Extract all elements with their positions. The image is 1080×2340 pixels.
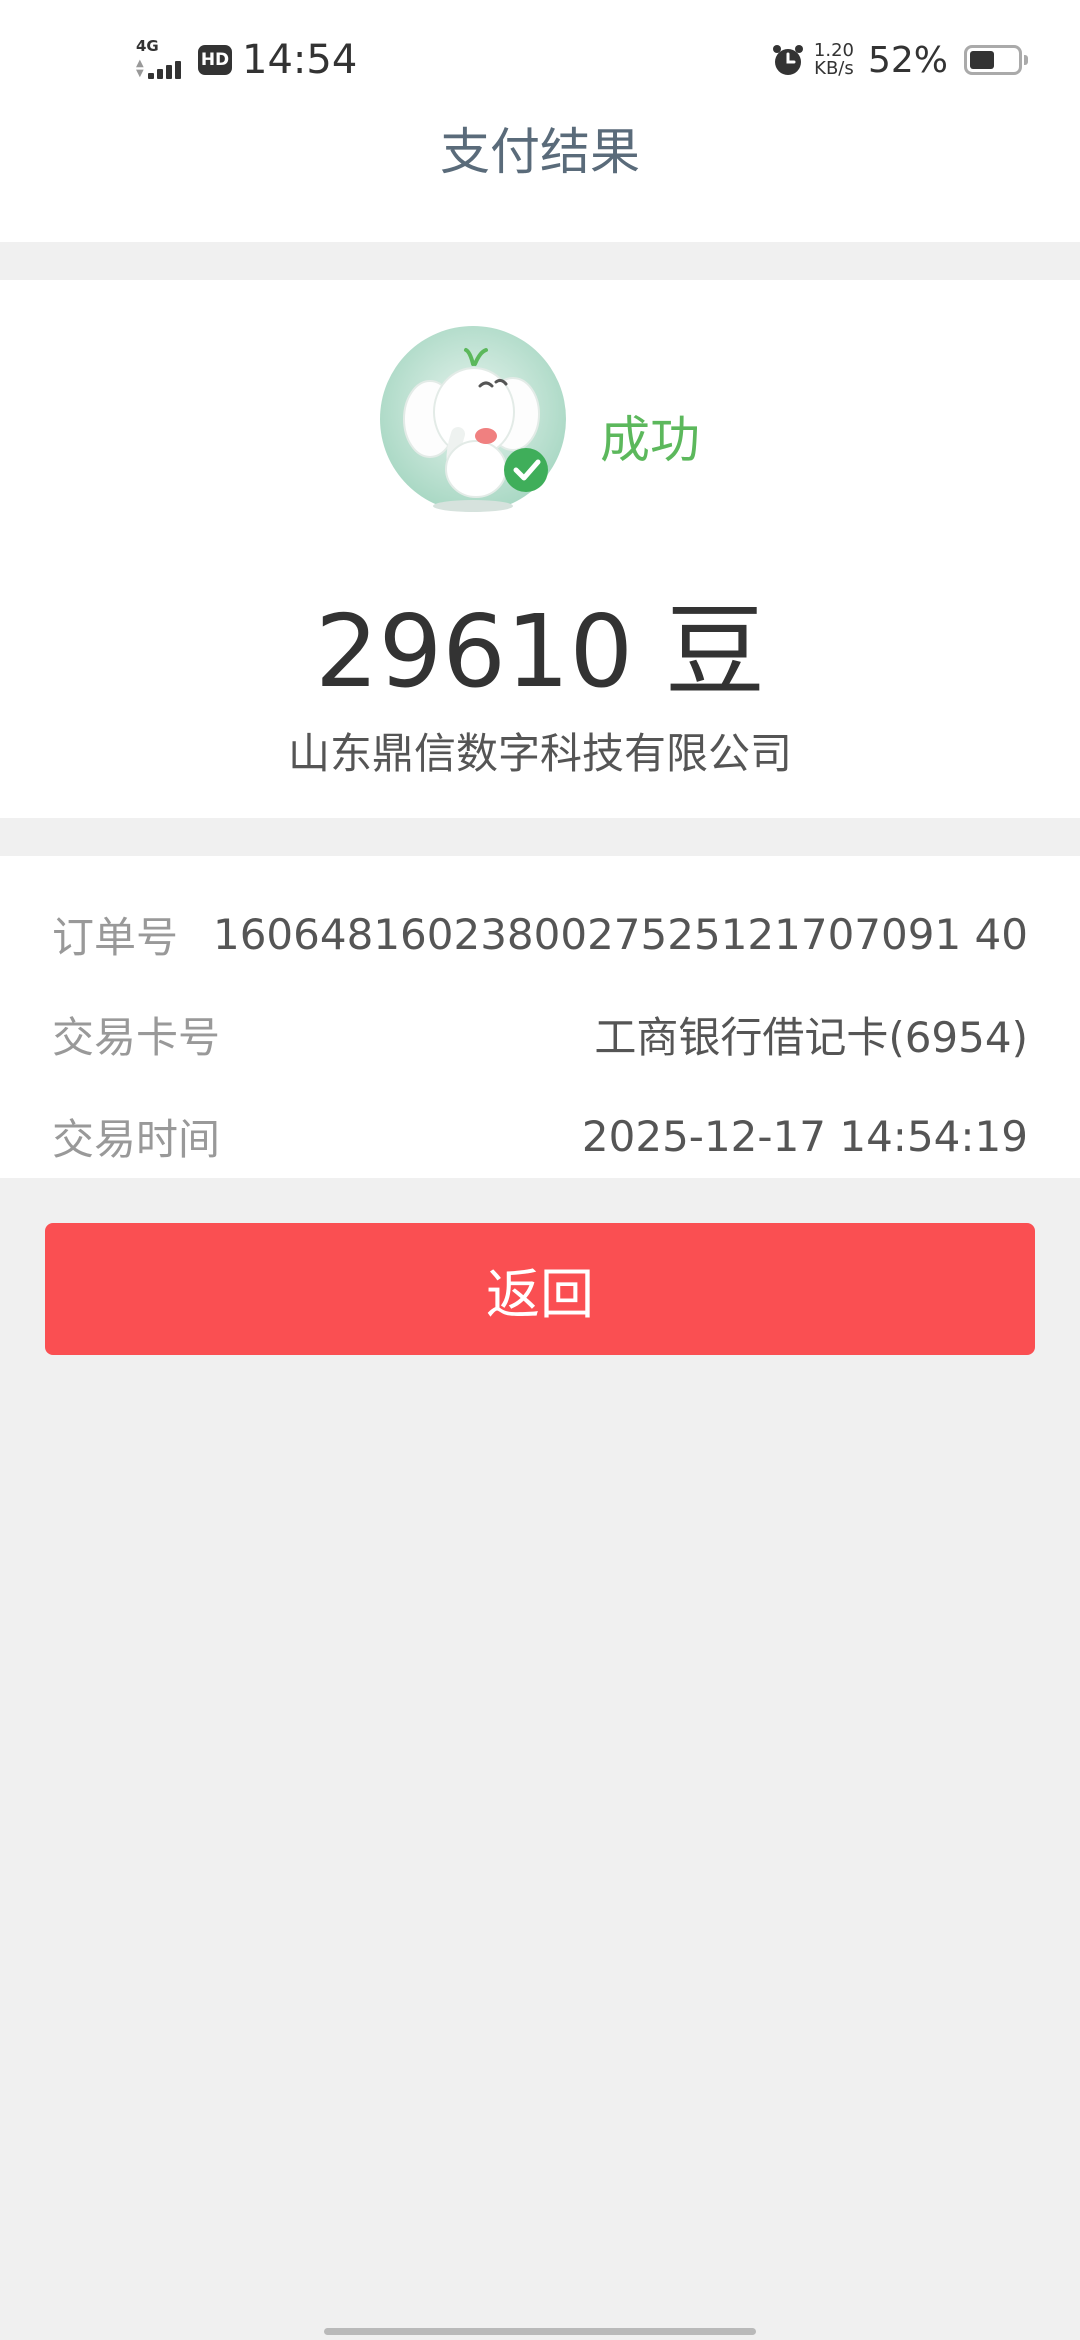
alarm-icon bbox=[772, 45, 803, 75]
success-status: 成功 bbox=[600, 411, 700, 469]
speed-unit: KB/s bbox=[814, 58, 854, 79]
network-speed: 1.20 KB/s bbox=[814, 42, 854, 78]
status-bar-left: 4G ▲ ▼ HD 14:54 bbox=[134, 32, 357, 88]
detail-row-order-number: 订单号 1606481602380027525121707091 40 bbox=[52, 904, 1028, 964]
hd-icon: HD bbox=[198, 45, 232, 75]
status-bar-right: 1.20 KB/s 52% bbox=[770, 32, 1028, 88]
battery-icon bbox=[964, 45, 1028, 75]
detail-row-transaction-time: 交易时间 2025-12-17 14:54:19 bbox=[52, 1106, 1028, 1166]
cellular-signal-icon: 4G ▲ ▼ bbox=[134, 37, 190, 83]
data-arrows-icon: ▲ ▼ bbox=[136, 58, 144, 79]
detail-label: 订单号 bbox=[52, 912, 179, 962]
page-title: 支付结果 bbox=[440, 123, 640, 181]
transaction-details: 订单号 1606481602380027525121707091 40 交易卡号… bbox=[0, 856, 1080, 1178]
home-indicator[interactable] bbox=[324, 2328, 756, 2335]
elephant-mascot-icon bbox=[380, 326, 566, 512]
battery-percent: 52% bbox=[867, 39, 948, 81]
detail-value: 工商银行借记卡(6954) bbox=[594, 1012, 1028, 1062]
battery-fill bbox=[970, 51, 994, 69]
back-button[interactable]: 返回 bbox=[45, 1223, 1035, 1355]
signal-bars bbox=[148, 61, 181, 79]
detail-row-card-number: 交易卡号 工商银行借记卡(6954) bbox=[52, 1004, 1028, 1064]
network-type: 4G bbox=[136, 37, 159, 55]
status-time: 14:54 bbox=[242, 37, 358, 83]
detail-value: 1606481602380027525121707091 40 bbox=[212, 909, 1028, 959]
detail-label: 交易时间 bbox=[52, 1114, 221, 1164]
merchant-name: 山东鼎信数字科技有限公司 bbox=[287, 729, 792, 778]
status-bar: 4G ▲ ▼ HD 14:54 1.20 KB/s 52% bbox=[0, 0, 1080, 120]
payment-amount: 29610 豆 bbox=[315, 593, 765, 710]
payment-result-card: 成功 29610 豆 山东鼎信数字科技有限公司 bbox=[0, 280, 1080, 818]
nav-bar: 支付结果 bbox=[0, 120, 1080, 242]
detail-label: 交易卡号 bbox=[52, 1012, 221, 1062]
detail-value: 2025-12-17 14:54:19 bbox=[581, 1111, 1028, 1161]
